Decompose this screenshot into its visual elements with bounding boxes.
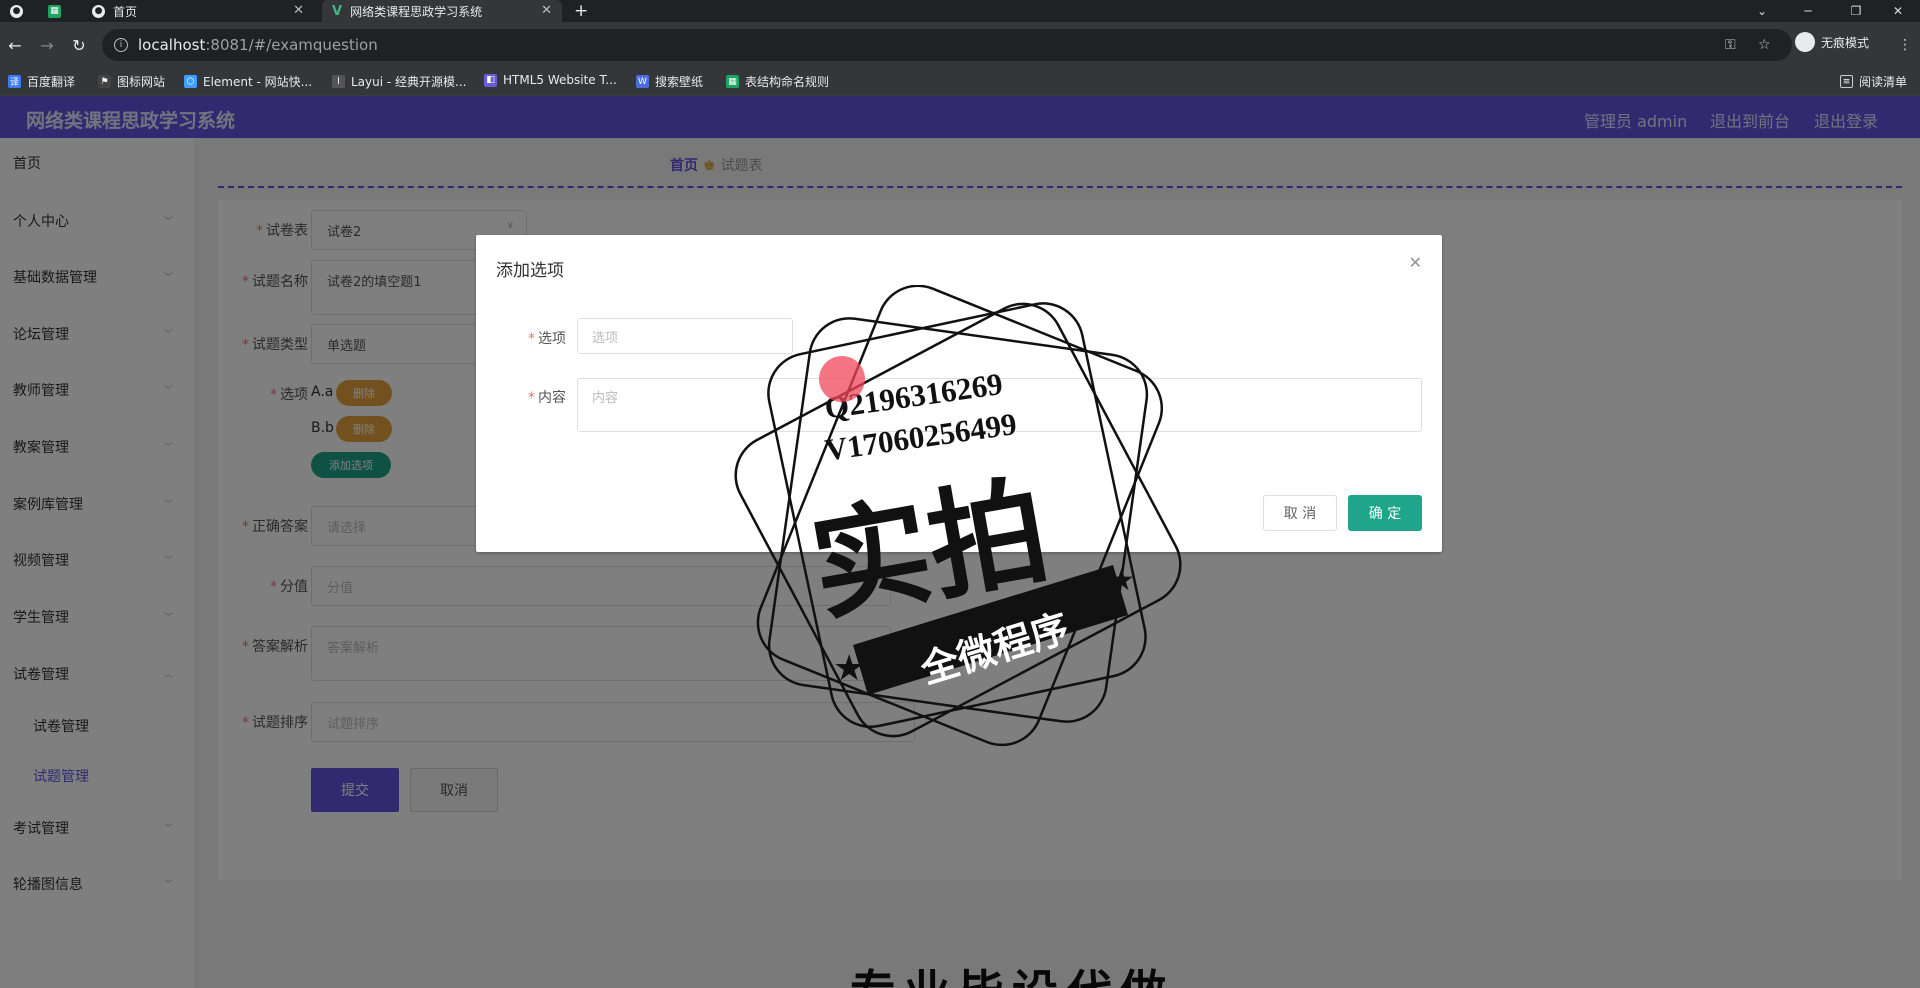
sheet-icon: ▦ [48, 4, 61, 18]
dialog-confirm-button[interactable]: 确 定 [1348, 495, 1422, 531]
bookmarks-bar: 译 百度翻译 ⚑ 图标网站 ⬡ Element - 网站快... l Layui… [0, 68, 1920, 96]
bookmark-layui[interactable]: l Layui - 经典开源模... [332, 73, 466, 90]
bookmark-baidu-translate[interactable]: 译 百度翻译 [8, 73, 75, 90]
menu-icon[interactable]: ⋮ [1898, 37, 1912, 53]
tab-home[interactable]: ● 首页 ✕ [84, 0, 314, 22]
layui-icon: l [332, 75, 345, 88]
reading-list-icon: ≡ [1840, 75, 1853, 88]
tab-search-shortcut[interactable]: ● [10, 0, 30, 22]
restore-icon[interactable]: ❐ [1834, 0, 1878, 22]
flag-icon: ⚑ [98, 75, 111, 88]
bookmark-label: 图标网站 [117, 75, 166, 89]
translate-icon: 译 [8, 75, 21, 88]
reading-list[interactable]: ≡ 阅读清单 [1840, 73, 1907, 90]
incognito-badge[interactable]: 无痕模式 [1795, 32, 1869, 52]
dialog-option-input[interactable]: 选项 [577, 318, 793, 354]
add-option-dialog: 添加选项 ✕ * 选项 选项 * 内容 内容 取 消 确 定 [476, 235, 1442, 552]
url-host: localhost [138, 36, 206, 54]
bookmark-html5[interactable]: ◧ HTML5 Website T... [484, 73, 617, 87]
bookmark-label: 表结构命名规则 [745, 75, 830, 89]
incognito-label: 无痕模式 [1821, 35, 1870, 50]
globe-icon: ● [10, 4, 23, 18]
sheet-icon: ▦ [726, 75, 739, 88]
url-field[interactable]: i localhost:8081/#/examquestion [102, 29, 1792, 61]
tab-pinned[interactable]: ▦ [48, 0, 68, 22]
incognito-icon [1795, 32, 1815, 52]
bookmark-wallpaper[interactable]: W 搜索壁纸 [636, 73, 703, 90]
wallpaper-icon: W [636, 75, 649, 88]
dialog-cancel-button[interactable]: 取 消 [1263, 495, 1337, 531]
bookmark-label: 百度翻译 [27, 75, 76, 89]
address-bar: ← → ↻ i localhost:8081/#/examquestion ⚿ … [0, 22, 1920, 68]
globe-icon: ● [92, 4, 105, 18]
new-tab-button[interactable]: + [574, 0, 594, 22]
window-close-icon[interactable]: ✕ [1876, 0, 1920, 22]
close-icon[interactable]: ✕ [541, 3, 552, 18]
tab-search-icon[interactable]: ⌄ [1740, 0, 1784, 22]
html5-icon: ◧ [484, 73, 497, 87]
bookmark-icon-site[interactable]: ⚑ 图标网站 [98, 73, 165, 90]
reading-list-label: 阅读清单 [1859, 75, 1908, 89]
bookmark-table-naming[interactable]: ▦ 表结构命名规则 [726, 73, 829, 90]
tab-label: 首页 [113, 4, 138, 19]
forward-icon[interactable]: → [36, 34, 58, 56]
key-icon[interactable]: ⚿ [1725, 37, 1736, 53]
dialog-content-label: * 内容 [528, 390, 566, 406]
close-icon[interactable]: ✕ [293, 3, 304, 18]
bookmark-element[interactable]: ⬡ Element - 网站快... [184, 73, 312, 90]
dialog-option-label: * 选项 [528, 331, 566, 347]
tab-exam-system[interactable]: V 网络类课程思政学习系统 ✕ [322, 0, 562, 22]
star-icon[interactable]: ☆ [1758, 37, 1771, 53]
click-indicator [819, 356, 865, 402]
bookmark-label: Layui - 经典开源模... [351, 75, 467, 89]
vue-icon: V [332, 3, 343, 19]
reload-icon[interactable]: ↻ [68, 34, 90, 56]
dialog-title: 添加选项 [496, 261, 564, 281]
bookmark-label: Element - 网站快... [203, 75, 313, 89]
back-icon[interactable]: ← [4, 34, 26, 56]
dialog-content-textarea[interactable]: 内容 [577, 378, 1422, 432]
info-icon[interactable]: i [114, 38, 128, 52]
minimize-icon[interactable]: ─ [1786, 0, 1830, 22]
bookmark-label: 搜索壁纸 [655, 75, 704, 89]
close-icon[interactable]: ✕ [1409, 253, 1422, 272]
bookmark-label: HTML5 Website T... [503, 73, 617, 87]
browser-tab-bar: ● ▦ ● 首页 ✕ V 网络类课程思政学习系统 ✕ + ⌄ ─ ❐ ✕ [0, 0, 1920, 22]
url-path: :8081/#/examquestion [205, 36, 378, 54]
element-icon: ⬡ [184, 75, 197, 88]
tab-label: 网络类课程思政学习系统 [350, 4, 483, 19]
